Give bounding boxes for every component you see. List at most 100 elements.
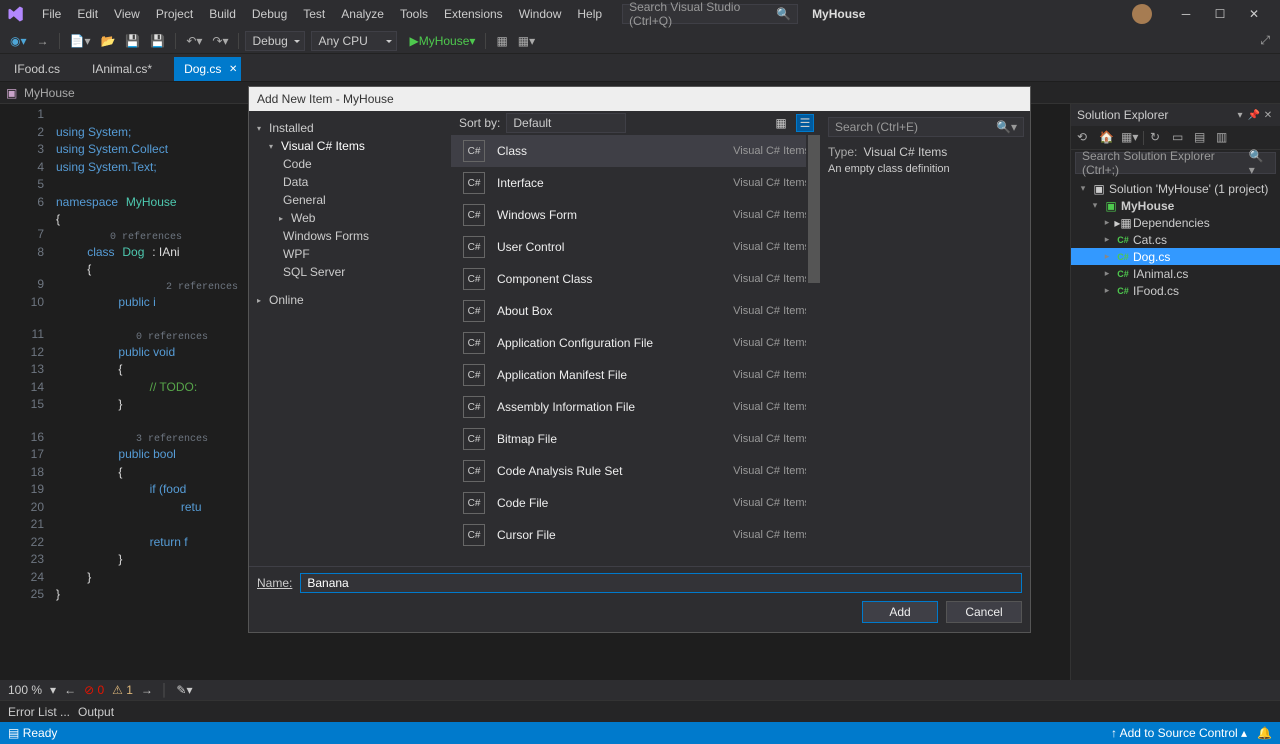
warning-count-icon[interactable]: ⚠ 1 xyxy=(112,683,133,697)
sol-properties-icon[interactable]: ▤ xyxy=(1194,130,1210,146)
view-grid-icon[interactable]: ▦ xyxy=(772,114,790,132)
tab-error-list[interactable]: Error List ... xyxy=(8,705,70,719)
save-all-icon[interactable]: 💾 xyxy=(146,31,169,51)
solution-search-input[interactable]: Search Solution Explorer (Ctrl+;) 🔍▾ xyxy=(1075,152,1276,174)
cat-vcsharp[interactable]: ▾Visual C# Items xyxy=(249,137,451,155)
menu-build[interactable]: Build xyxy=(201,0,244,28)
cat-code[interactable]: Code xyxy=(249,155,451,173)
user-avatar-icon[interactable] xyxy=(1132,4,1152,24)
template-item[interactable]: C#About BoxVisual C# Items xyxy=(451,295,822,327)
menu-analyze[interactable]: Analyze xyxy=(333,0,392,28)
platform-dropdown[interactable]: Any CPU xyxy=(311,31,397,51)
template-item[interactable]: C#ClassVisual C# Items xyxy=(451,135,822,167)
redo-icon[interactable]: ↷▾ xyxy=(208,31,232,51)
template-item[interactable]: C#Bitmap FileVisual C# Items xyxy=(451,423,822,455)
menu-project[interactable]: Project xyxy=(148,0,201,28)
project-icon: ▣ xyxy=(6,86,20,100)
sol-sync-icon[interactable]: ↻ xyxy=(1150,130,1166,146)
sol-preview-icon[interactable]: ▥ xyxy=(1216,130,1232,146)
open-icon[interactable]: 📂 xyxy=(96,31,119,51)
name-input[interactable] xyxy=(300,573,1022,593)
add-to-source-button[interactable]: ↑ Add to Source Control ▴ xyxy=(1111,726,1247,740)
tree-ifood[interactable]: ▸C#IFood.cs xyxy=(1071,282,1280,299)
maximize-button[interactable]: ☐ xyxy=(1206,4,1234,24)
toolbar-icon-2[interactable]: ▦▾ xyxy=(514,31,539,51)
view-list-icon[interactable]: ☰ xyxy=(796,114,814,132)
menu-debug[interactable]: Debug xyxy=(244,0,295,28)
panel-pin-icon[interactable]: 📌 xyxy=(1248,109,1260,121)
cat-installed[interactable]: ▾Installed xyxy=(249,119,451,137)
tab-output[interactable]: Output xyxy=(78,705,114,719)
scrollbar-thumb[interactable] xyxy=(808,135,820,283)
menu-help[interactable]: Help xyxy=(569,0,610,28)
tree-ianimal[interactable]: ▸C#IAnimal.cs xyxy=(1071,265,1280,282)
menu-edit[interactable]: Edit xyxy=(69,0,106,28)
config-dropdown[interactable]: Debug xyxy=(245,31,305,51)
tab-dog[interactable]: Dog.cs✕ xyxy=(174,57,241,81)
tree-project[interactable]: ▾▣MyHouse xyxy=(1071,197,1280,214)
pen-icon[interactable]: ✎▾ xyxy=(176,683,192,697)
cancel-button[interactable]: Cancel xyxy=(946,601,1022,623)
tree-dog[interactable]: ▸C#Dog.cs xyxy=(1071,248,1280,265)
template-search-input[interactable]: Search (Ctrl+E) 🔍▾ xyxy=(828,117,1024,137)
cat-online[interactable]: ▸Online xyxy=(249,291,451,309)
error-count-icon[interactable]: ⊘ 0 xyxy=(84,683,104,697)
cat-sql[interactable]: SQL Server xyxy=(249,263,451,281)
toolbar-icon-1[interactable]: ▦ xyxy=(492,31,511,51)
sol-house-icon[interactable]: 🏠 xyxy=(1099,130,1115,146)
nav-fwd-icon[interactable]: → xyxy=(33,31,53,51)
menu-extensions[interactable]: Extensions xyxy=(436,0,511,28)
tree-dependencies[interactable]: ▸▸▦Dependencies xyxy=(1071,214,1280,231)
template-item[interactable]: C#InterfaceVisual C# Items xyxy=(451,167,822,199)
menu-window[interactable]: Window xyxy=(511,0,570,28)
menu-tools[interactable]: Tools xyxy=(392,0,436,28)
zoom-level[interactable]: 100 % xyxy=(8,683,42,697)
template-scrollbar[interactable] xyxy=(806,135,822,566)
template-name: Application Configuration File xyxy=(497,336,653,350)
template-list[interactable]: C#ClassVisual C# ItemsC#InterfaceVisual … xyxy=(451,135,822,566)
quick-search-input[interactable]: Search Visual Studio (Ctrl+Q) 🔍 xyxy=(622,4,798,24)
cat-web[interactable]: ▸Web xyxy=(249,209,451,227)
template-item[interactable]: C#Assembly Information FileVisual C# Ite… xyxy=(451,391,822,423)
menu-view[interactable]: View xyxy=(106,0,148,28)
cat-general[interactable]: General xyxy=(249,191,451,209)
template-item[interactable]: C#Application Configuration FileVisual C… xyxy=(451,327,822,359)
close-button[interactable]: ✕ xyxy=(1240,4,1268,24)
tab-ifood[interactable]: IFood.cs xyxy=(4,57,80,81)
template-item[interactable]: C#Component ClassVisual C# Items xyxy=(451,263,822,295)
template-item[interactable]: C#Code FileVisual C# Items xyxy=(451,487,822,519)
sol-collapse-icon[interactable]: ▭ xyxy=(1172,130,1188,146)
template-name: Component Class xyxy=(497,272,592,286)
sol-showall-icon[interactable]: ▦▾ xyxy=(1121,130,1137,146)
menu-file[interactable]: File xyxy=(34,0,69,28)
template-item[interactable]: C#Code Analysis Rule SetVisual C# Items xyxy=(451,455,822,487)
panel-close-icon[interactable]: ✕ xyxy=(1262,109,1274,121)
tab-close-icon[interactable]: ✕ xyxy=(229,64,237,75)
template-item[interactable]: C#Cursor FileVisual C# Items xyxy=(451,519,822,551)
template-item[interactable]: C#Application Manifest FileVisual C# Ite… xyxy=(451,359,822,391)
tree-solution-root[interactable]: ▾▣Solution 'MyHouse' (1 project) xyxy=(1071,180,1280,197)
nav-prev-icon[interactable]: ← xyxy=(64,683,76,697)
notification-icon[interactable]: 🔔 xyxy=(1257,726,1272,740)
sort-dropdown[interactable]: Default xyxy=(506,113,626,133)
nav-back-icon[interactable]: ◉▾ xyxy=(6,31,31,51)
undo-icon[interactable]: ↶▾ xyxy=(182,31,206,51)
template-item[interactable]: C#User ControlVisual C# Items xyxy=(451,231,822,263)
tab-ianimal[interactable]: IAnimal.cs* xyxy=(82,57,172,81)
cat-wpf[interactable]: WPF xyxy=(249,245,451,263)
tree-cat[interactable]: ▸C#Cat.cs xyxy=(1071,231,1280,248)
panel-dropdown-icon[interactable]: ▾ xyxy=(1234,109,1246,121)
start-button[interactable]: ▶ MyHouse ▾ xyxy=(405,31,479,51)
cat-winforms[interactable]: Windows Forms xyxy=(249,227,451,245)
template-category: Visual C# Items xyxy=(733,497,810,509)
live-share-icon[interactable]: ⤢ xyxy=(1256,31,1274,51)
template-item[interactable]: C#Windows FormVisual C# Items xyxy=(451,199,822,231)
new-item-icon[interactable]: 📄▾ xyxy=(66,31,95,51)
minimize-button[interactable]: ─ xyxy=(1172,4,1200,24)
menu-test[interactable]: Test xyxy=(295,0,333,28)
cat-data[interactable]: Data xyxy=(249,173,451,191)
sol-home-icon[interactable]: ⟲ xyxy=(1077,130,1093,146)
add-button[interactable]: Add xyxy=(862,601,938,623)
save-icon[interactable]: 💾 xyxy=(121,31,144,51)
nav-next-icon[interactable]: → xyxy=(141,683,153,697)
